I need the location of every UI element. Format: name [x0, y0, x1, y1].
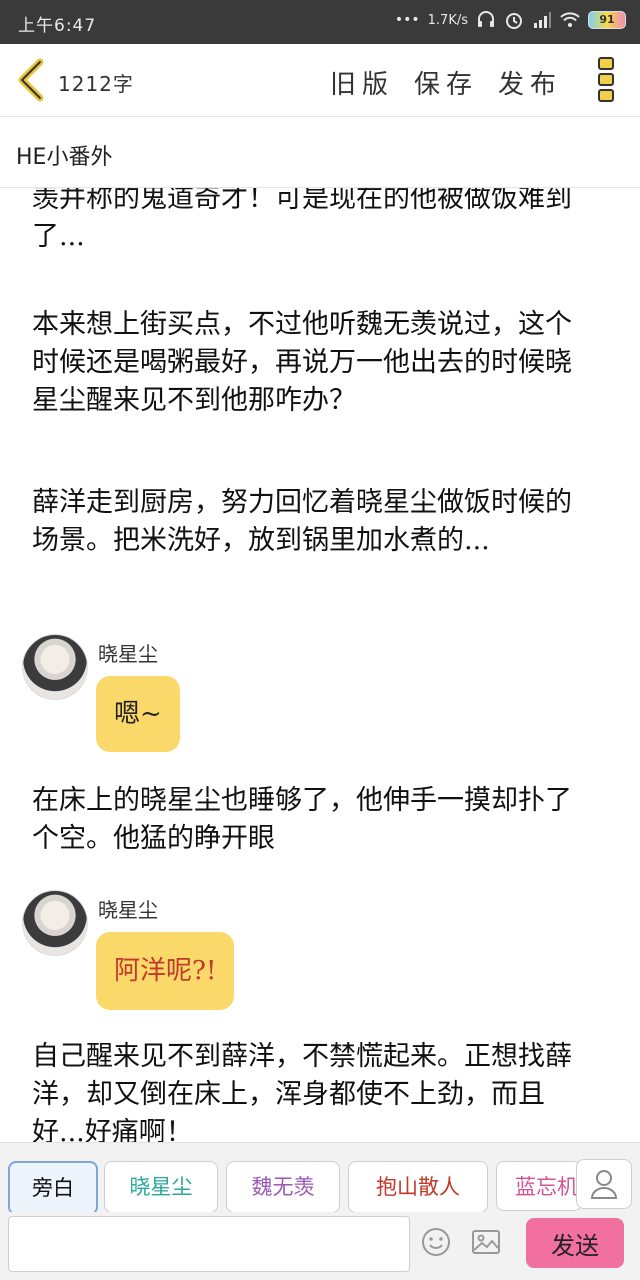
role-selector-bar: 旁白 晓星尘 魏无羡 抱山散人 蓝忘机 [0, 1142, 640, 1213]
emoji-icon[interactable] [420, 1226, 452, 1258]
save-button[interactable]: 保存 [414, 64, 478, 101]
editor-toolbar: 1212字 旧版 保存 发布 [0, 44, 640, 117]
role-chip-lanwangji[interactable]: 蓝忘机 [496, 1161, 582, 1211]
more-dots-icon: ••• [394, 12, 420, 28]
old-version-button[interactable]: 旧版 [330, 64, 394, 101]
status-bar: 上午6:47 ••• 1.7K/s 91 [0, 0, 640, 44]
net-speed: 1.7K/s [427, 12, 468, 28]
headset-icon [478, 11, 494, 27]
story-paragraph: 在床上的晓星尘也睡够了，他伸手一摸却扑了个空。他猛的睁开眼 [32, 785, 572, 854]
back-arrow-icon[interactable] [14, 58, 48, 102]
story-paragraph: 薛洋走到厨房，努力回忆着晓星尘做饭时候的场景。把米洗好，放到锅里加水煮的... [32, 487, 572, 556]
alarm-icon [506, 13, 522, 29]
image-icon[interactable] [470, 1226, 502, 1258]
role-chip-xiaoxingchen[interactable]: 晓星尘 [104, 1161, 218, 1213]
more-menu-icon[interactable] [594, 56, 618, 104]
dialog-bubble[interactable]: 嗯~ [96, 676, 180, 752]
role-label: 抱山散人 [376, 1175, 460, 1199]
story-content[interactable]: 羡并称的鬼道奇才！可是现在的他被做饭难到了... 本来想上街买点，不过他听魏无羡… [0, 188, 640, 1142]
role-label: 魏无羡 [251, 1175, 315, 1199]
manage-roles-button[interactable] [576, 1159, 632, 1209]
role-label: 旁白 [32, 1176, 74, 1200]
dialog-bubble[interactable]: 阿洋呢?! [96, 932, 235, 1010]
role-chip-narrator[interactable]: 旁白 [8, 1161, 98, 1213]
speaker-name: 晓星尘 [98, 642, 158, 666]
avatar[interactable] [22, 890, 88, 956]
role-chip-weiwuxian[interactable]: 魏无羡 [226, 1161, 340, 1213]
input-bar: 发送 [0, 1212, 640, 1280]
story-paragraph: 自己醒来见不到薛洋，不禁慌起来。正想找薛洋，却又倒在床上，浑身都使不上劲，而且好… [32, 1041, 572, 1142]
signal-icon [534, 12, 551, 28]
send-button[interactable]: 发送 [526, 1218, 624, 1268]
role-label: 晓星尘 [129, 1175, 193, 1199]
word-count: 1212字 [58, 72, 134, 96]
status-time: 上午6:47 [18, 16, 97, 36]
battery-indicator: 91 [588, 11, 626, 29]
person-icon [590, 1170, 618, 1199]
chapter-title[interactable]: HE小番外 [16, 139, 112, 171]
role-label: 蓝忘机 [515, 1175, 578, 1199]
role-chip-baoshansanren[interactable]: 抱山散人 [348, 1161, 488, 1213]
status-icons: ••• 1.7K/s 91 [395, 10, 626, 30]
message-input[interactable] [8, 1216, 410, 1272]
avatar[interactable] [22, 634, 88, 700]
speaker-name: 晓星尘 [98, 898, 158, 922]
story-paragraph: 羡并称的鬼道奇才！可是现在的他被做饭难到了... [32, 188, 572, 252]
dialog-text: 阿洋呢?! [114, 956, 217, 986]
chapter-title-row[interactable]: HE小番外 [0, 117, 640, 188]
publish-button[interactable]: 发布 [498, 64, 562, 101]
story-paragraph: 本来想上街买点，不过他听魏无羡说过，这个时候还是喝粥最好，再说万一他出去的时候晓… [32, 309, 572, 416]
wifi-icon [560, 12, 580, 27]
